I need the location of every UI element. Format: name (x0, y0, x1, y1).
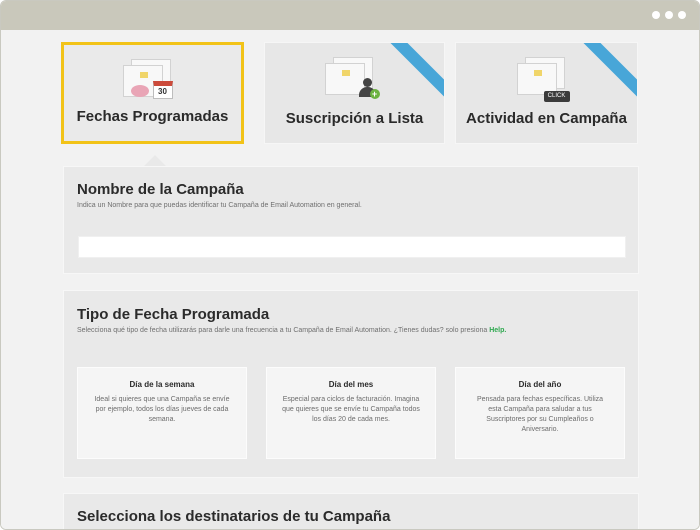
recipients-panel: Selecciona los destinatarios de tu Campa… (63, 493, 639, 529)
click-label: CLICK (543, 91, 570, 102)
date-option-weekday[interactable]: Día de la semana Ideal si quieres que un… (77, 367, 247, 459)
card-label: Actividad en Campaña (466, 110, 627, 127)
date-option-year-day[interactable]: Día del año Pensada para fechas específi… (455, 367, 625, 459)
window-titlebar (1, 1, 699, 30)
window-control-dot-icon[interactable] (678, 11, 686, 19)
section-description: Indica un Nombre para que puedas identif… (77, 202, 362, 209)
add-subscriber-envelope-icon: + (324, 57, 385, 103)
click-envelope-icon: CLICK (516, 57, 577, 103)
calendar-day: 30 (152, 81, 173, 99)
option-title: Día del año (518, 380, 562, 389)
option-text: Pensada para fechas específicas. Utiliza… (476, 396, 604, 433)
section-title: Tipo de Fecha Programada (77, 306, 270, 323)
option-title: Día de la semana (129, 380, 195, 389)
option-title: Día del mes (328, 380, 374, 389)
section-description: Selecciona qué tipo de fecha utilizarás … (77, 327, 507, 334)
campaign-type-card-scheduled-dates[interactable]: 30 Fechas Programadas (61, 42, 244, 144)
campaign-type-card-campaign-activity[interactable]: CLICK Actividad en Campaña (455, 42, 638, 144)
page-content: 30 Fechas Programadas + Suscripción a Li… (1, 30, 699, 529)
selection-pointer (144, 155, 166, 166)
section-title: Nombre de la Campaña (77, 181, 244, 198)
card-label: Fechas Programadas (76, 108, 229, 125)
window-controls (652, 11, 686, 19)
option-text: Especial para ciclos de facturación. Ima… (282, 396, 420, 423)
calendar-envelope-icon: 30 (122, 59, 183, 105)
scheduled-date-type-panel: Tipo de Fecha Programada Selecciona qué … (63, 290, 639, 478)
window-control-dot-icon[interactable] (665, 11, 673, 19)
card-label: Suscripción a Lista (285, 110, 424, 127)
campaign-name-panel: Nombre de la Campaña Indica un Nombre pa… (63, 166, 639, 274)
date-option-month-day[interactable]: Día del mes Especial para ciclos de fact… (266, 367, 436, 459)
window-control-dot-icon[interactable] (652, 11, 660, 19)
ribbon-icon (566, 43, 637, 105)
section-title: Selecciona los destinatarios de tu Campa… (77, 508, 391, 525)
option-text: Ideal si quieres que una Campaña se enví… (94, 396, 230, 423)
browser-window: 30 Fechas Programadas + Suscripción a Li… (0, 0, 700, 530)
campaign-name-input[interactable] (78, 236, 626, 258)
campaign-type-card-list-subscription[interactable]: + Suscripción a Lista (264, 42, 445, 144)
help-link[interactable]: Help. (489, 327, 506, 334)
ribbon-icon (373, 43, 444, 105)
